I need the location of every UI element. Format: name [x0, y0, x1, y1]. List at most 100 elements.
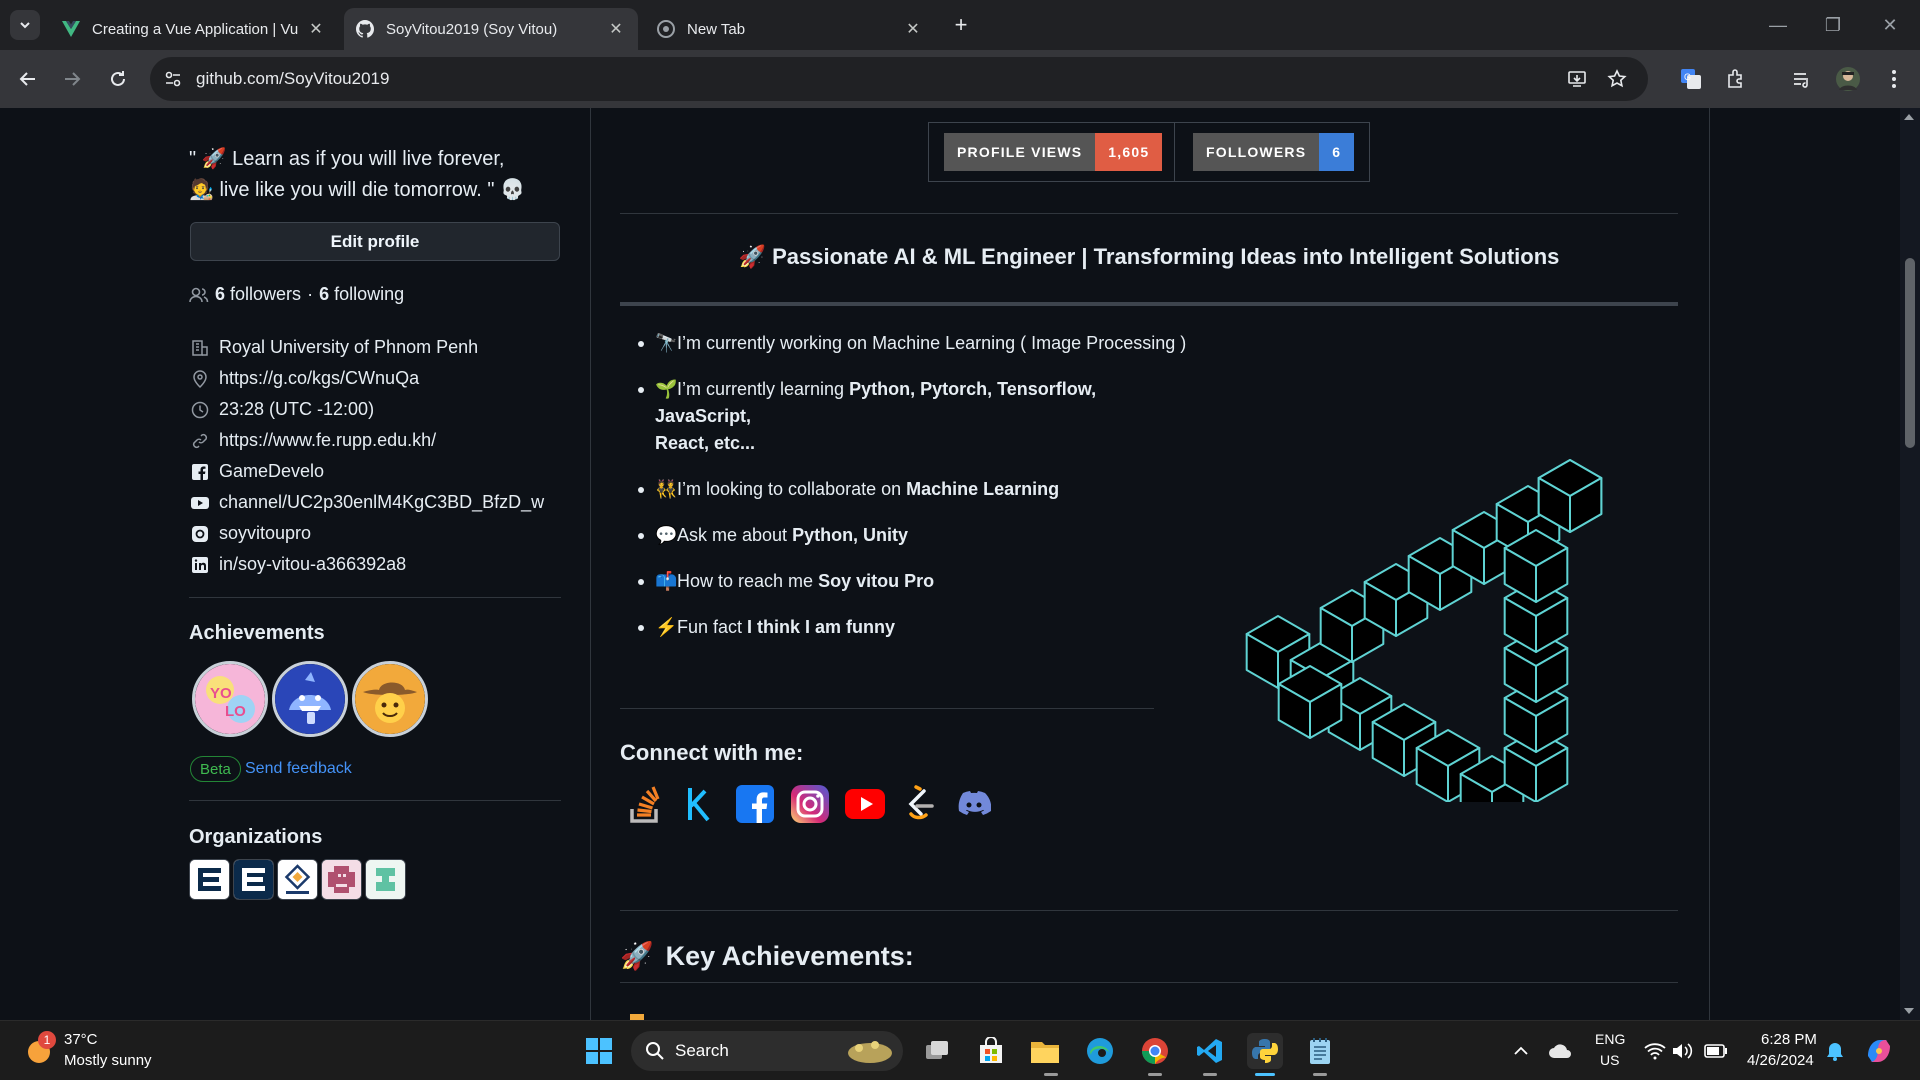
edge-icon[interactable]: [1082, 1033, 1118, 1069]
close-window-icon[interactable]: ✕: [1877, 12, 1903, 38]
battery-icon[interactable]: [1698, 1033, 1734, 1069]
followers-badge[interactable]: FOLLOWERS 6: [1193, 133, 1355, 171]
volume-icon[interactable]: [1664, 1033, 1700, 1069]
org-avatar[interactable]: [233, 859, 274, 900]
notepad-icon[interactable]: [1302, 1033, 1338, 1069]
weather-widget[interactable]: 1: [24, 1031, 56, 1072]
tab-github-profile[interactable]: SoyVitou2019 (Soy Vitou) ✕: [344, 8, 638, 50]
install-app-icon[interactable]: [1562, 64, 1592, 94]
bookmark-star-icon[interactable]: [1602, 64, 1632, 94]
followers-link[interactable]: 6 followers: [215, 284, 301, 305]
back-button[interactable]: [13, 64, 43, 94]
input-language[interactable]: ENG: [1595, 1031, 1625, 1047]
task-view-icon[interactable]: [919, 1033, 955, 1069]
edit-profile-button[interactable]: Edit profile: [190, 222, 560, 261]
extensions-icon[interactable]: [1720, 64, 1750, 94]
send-feedback-link[interactable]: Send feedback: [245, 760, 352, 778]
kaggle-icon[interactable]: [680, 784, 720, 824]
onedrive-icon[interactable]: [1542, 1033, 1578, 1069]
notifications-bell-icon[interactable]: [1817, 1033, 1853, 1069]
site-info-icon[interactable]: [164, 70, 182, 88]
file-explorer-icon[interactable]: [1027, 1033, 1063, 1069]
clock-date[interactable]: 4/26/2024: [1747, 1052, 1814, 1069]
rocket-icon: 🚀: [620, 941, 654, 971]
youtube-icon[interactable]: [845, 784, 885, 824]
github-icon: [356, 20, 374, 38]
org-avatar[interactable]: [189, 859, 230, 900]
show-hidden-icons-icon[interactable]: [1503, 1033, 1539, 1069]
translate-icon[interactable]: G: [1676, 64, 1706, 94]
pull-shark-badge[interactable]: [272, 661, 348, 737]
close-tab-icon[interactable]: ✕: [903, 19, 923, 39]
restore-icon[interactable]: ❐: [1820, 12, 1846, 38]
more-menu-icon[interactable]: [1879, 64, 1909, 94]
org-logo-icon: [234, 860, 273, 899]
scrollbar-thumb[interactable]: [1905, 258, 1915, 448]
profile-avatar[interactable]: [1833, 64, 1863, 94]
vscode-icon[interactable]: [1192, 1033, 1228, 1069]
people-dancing-icon: 👯: [655, 479, 678, 499]
reload-button[interactable]: [103, 64, 133, 94]
scroll-up-arrow-icon[interactable]: [1904, 114, 1914, 120]
detail-website: https://www.fe.rupp.edu.kh/: [189, 425, 569, 456]
location-icon: [189, 368, 211, 390]
item-text: Fun fact: [677, 617, 748, 637]
close-tab-icon[interactable]: ✕: [606, 19, 626, 39]
org-avatar[interactable]: [321, 859, 362, 900]
chrome-taskbar-icon[interactable]: [1137, 1033, 1173, 1069]
tab-new-tab[interactable]: New Tab ✕: [645, 8, 935, 50]
address-bar[interactable]: github.com/SoyVitou2019: [150, 57, 1648, 101]
people-icon: [189, 287, 209, 302]
detail-text[interactable]: channel/UC2p30enlM4KgC3BD_BfzD_w: [219, 492, 544, 513]
forward-button[interactable]: [57, 64, 87, 94]
discord-icon[interactable]: [954, 784, 994, 824]
taskbar-search[interactable]: Search: [631, 1031, 903, 1071]
detail-text[interactable]: in/soy-vitou-a366392a8: [219, 554, 406, 575]
profile-bio: " 🚀 Learn as if you will live forever, 🧑…: [189, 144, 561, 206]
reload-icon: [111, 71, 125, 86]
page-scrollbar[interactable]: [1900, 108, 1920, 1020]
org-avatar[interactable]: [365, 859, 406, 900]
yolo-icon: YOLO: [195, 664, 265, 734]
organization-icon: [189, 337, 211, 359]
item-text: I’m currently working on Machine Learnin…: [677, 333, 1187, 353]
minimize-icon[interactable]: —: [1765, 12, 1791, 38]
detail-text[interactable]: soyvitoupro: [219, 523, 311, 544]
tab-vue-docs[interactable]: Creating a Vue Application | Vu ✕: [50, 8, 338, 50]
copilot-icon[interactable]: [1861, 1033, 1897, 1069]
org-logo-icon: [278, 860, 317, 899]
following-count: 6: [319, 284, 330, 304]
media-controls-icon[interactable]: [1787, 64, 1817, 94]
detail-text[interactable]: GameDevelo: [219, 461, 324, 482]
new-tab-button[interactable]: +: [948, 12, 974, 38]
clock-time[interactable]: 6:28 PM: [1761, 1031, 1817, 1048]
divider: [620, 708, 1154, 709]
facebook-icon[interactable]: [735, 784, 775, 824]
mailbox-icon: 📫: [655, 571, 678, 591]
detail-instagram: soyvitoupro: [189, 518, 569, 549]
scroll-down-arrow-icon[interactable]: [1904, 1008, 1914, 1014]
windows-icon: [586, 1038, 612, 1064]
quickdraw-badge[interactable]: [352, 661, 428, 737]
close-tab-icon[interactable]: ✕: [306, 19, 326, 39]
python-app-icon[interactable]: [1247, 1033, 1283, 1069]
youtube-icon: [189, 492, 211, 514]
list-item: 🔭I’m currently working on Machine Learni…: [630, 330, 1190, 357]
browser-tab-bar: Creating a Vue Application | Vu ✕ SoyVit…: [0, 0, 1920, 50]
start-button[interactable]: [581, 1033, 617, 1069]
org-avatar[interactable]: [277, 859, 318, 900]
tab-search-button[interactable]: [10, 10, 40, 40]
achievements-heading: Achievements: [189, 622, 325, 644]
item-bold: Machine Learning: [906, 479, 1060, 499]
chrome-icon: [657, 20, 675, 38]
detail-text[interactable]: https://g.co/kgs/CWnuQa: [219, 368, 419, 389]
instagram-icon[interactable]: [790, 784, 830, 824]
detail-text[interactable]: https://www.fe.rupp.edu.kh/: [219, 430, 436, 451]
following-link[interactable]: 6 following: [319, 284, 404, 305]
leetcode-icon[interactable]: [899, 784, 939, 824]
stackoverflow-icon[interactable]: [625, 784, 665, 824]
yolo-badge[interactable]: YO LO: [192, 661, 268, 737]
microsoft-store-icon[interactable]: [973, 1033, 1009, 1069]
chevron-down-icon: [20, 22, 30, 29]
penrose-cubes-illustration: [1245, 459, 1603, 802]
